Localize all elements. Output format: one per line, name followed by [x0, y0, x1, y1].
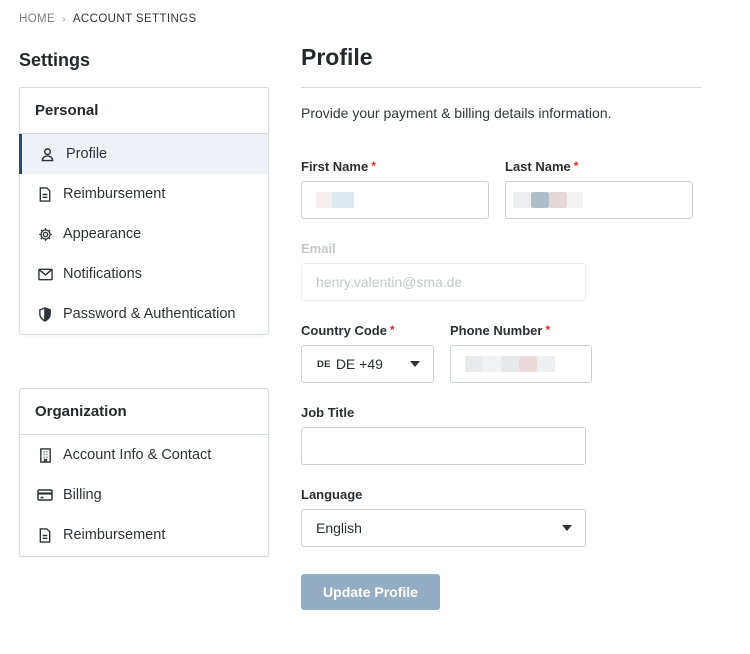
required-marker: * — [545, 323, 551, 337]
page-title: Profile — [301, 44, 373, 70]
redacted-value — [316, 192, 332, 208]
redacted-value — [567, 192, 583, 208]
page-description: Provide your payment & billing details i… — [301, 105, 612, 121]
redacted-value — [465, 356, 483, 372]
update-profile-button[interactable]: Update Profile — [301, 574, 440, 610]
sidebar-item-reimbursement[interactable]: Reimbursement — [20, 174, 268, 214]
sidebar-item-account-info-contact[interactable]: Account Info & Contact — [20, 435, 268, 475]
required-marker: * — [371, 159, 376, 173]
sidebar-item-appearance[interactable]: Appearance — [20, 214, 268, 254]
redacted-value — [332, 192, 354, 208]
required-marker: * — [389, 323, 395, 337]
sidebar-item-label: Billing — [63, 487, 102, 503]
breadcrumb-chevron-icon: › — [62, 13, 66, 25]
document-icon — [37, 186, 53, 202]
germany-flag-icon: DE — [317, 358, 331, 370]
sidebar-item-notifications[interactable]: Notifications — [20, 254, 268, 294]
settings-title: Settings — [19, 50, 91, 70]
email-label: Email — [301, 241, 336, 256]
personal-settings-card: Personal Profile Reimbursement Appearanc… — [19, 87, 269, 335]
redacted-value — [483, 356, 501, 372]
building-icon — [37, 447, 53, 463]
language-label: Language — [301, 487, 363, 502]
mail-icon — [37, 266, 53, 282]
sidebar-item-label: Account Info & Contact — [63, 447, 212, 463]
shield-icon — [37, 306, 53, 322]
country-code-value: DE +49 — [335, 356, 383, 372]
sidebar-item-label: Notifications — [63, 266, 142, 282]
first-name-label: First Name * — [301, 159, 376, 174]
first-name-input[interactable] — [301, 181, 489, 219]
last-name-label: Last Name * — [505, 159, 578, 174]
phone-number-input[interactable] — [450, 345, 592, 383]
country-code-label: Country Code * — [301, 323, 395, 338]
sidebar-item-label: Appearance — [63, 226, 142, 242]
caret-down-icon — [410, 361, 420, 367]
sidebar-item-label: Reimbursement — [63, 527, 166, 543]
redacted-value — [519, 356, 537, 372]
sidebar-item-label: Profile — [66, 146, 108, 162]
sidebar-item-org-reimbursement[interactable]: Reimbursement — [20, 515, 268, 555]
gear-icon — [37, 226, 53, 242]
personal-card-header: Personal — [20, 88, 268, 134]
country-code-select[interactable]: DE DE +49 — [301, 345, 434, 383]
document-icon — [37, 527, 53, 543]
last-name-label-text: Last Name — [505, 159, 571, 174]
credit-card-icon — [37, 487, 53, 503]
user-icon — [39, 146, 55, 162]
sidebar-item-profile[interactable]: Profile — [19, 134, 268, 174]
sidebar-item-label: Reimbursement — [63, 186, 166, 202]
breadcrumb: HOME › ACCOUNT SETTINGS — [19, 13, 197, 25]
first-name-label-text: First Name — [301, 159, 369, 174]
redacted-value — [531, 192, 549, 208]
redacted-value — [549, 192, 567, 208]
title-divider — [301, 87, 701, 88]
phone-number-label: Phone Number * — [450, 323, 550, 338]
caret-down-icon — [562, 525, 572, 531]
required-marker: * — [573, 159, 579, 173]
sidebar-item-billing[interactable]: Billing — [20, 475, 268, 515]
redacted-value — [513, 192, 531, 208]
email-field: henry.valentin@sma.de — [301, 263, 586, 301]
phone-number-label-text: Phone Number — [450, 323, 543, 338]
language-value: English — [316, 520, 362, 536]
last-name-input[interactable] — [505, 181, 693, 219]
organization-card-header: Organization — [20, 389, 268, 435]
breadcrumb-current: ACCOUNT SETTINGS — [72, 13, 197, 25]
redacted-value — [537, 356, 555, 372]
language-select[interactable]: English — [301, 509, 586, 547]
job-title-label: Job Title — [301, 405, 355, 420]
organization-settings-card: Organization Account Info & Contact Bill… — [19, 388, 269, 557]
redacted-value — [501, 356, 519, 372]
job-title-input[interactable] — [301, 427, 586, 465]
sidebar-item-label: Password & Authentication — [63, 306, 236, 322]
country-code-label-text: Country Code — [301, 323, 387, 338]
sidebar-item-password-authentication[interactable]: Password & Authentication — [20, 294, 268, 334]
breadcrumb-home-link[interactable]: HOME — [19, 13, 55, 25]
